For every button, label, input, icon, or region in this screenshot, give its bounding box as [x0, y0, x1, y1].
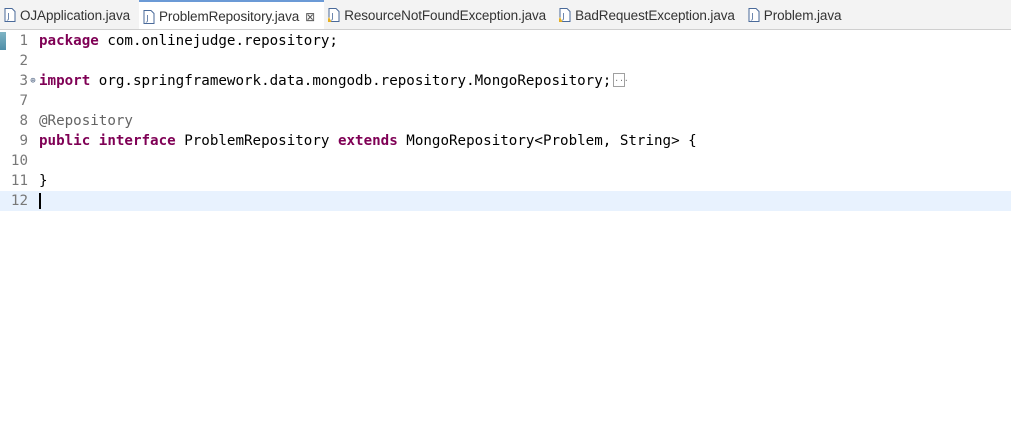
tab-label: OJApplication.java — [20, 7, 131, 23]
tab-label: BadRequestException.java — [575, 7, 735, 23]
code-area[interactable]: 1 package com.onlinejudge.repository; 2 … — [0, 31, 1011, 211]
tab-label: ProblemRepository.java — [159, 9, 300, 24]
line-number: 11 — [10, 173, 28, 189]
tab-ojapplication[interactable]: J OJApplication.java — [0, 0, 139, 29]
svg-text:J: J — [330, 12, 333, 21]
svg-text:J: J — [561, 12, 564, 21]
code-line[interactable]: 1 package com.onlinejudge.repository; — [0, 31, 1011, 51]
java-file-icon: J — [143, 9, 155, 24]
current-code-line[interactable]: 12 — [0, 191, 1011, 211]
svg-text:J: J — [6, 12, 9, 21]
code-text: MongoRepository<Problem, String> { — [397, 133, 697, 149]
line-number: 3 — [19, 73, 28, 89]
java-file-icon: J — [4, 8, 16, 22]
text-caret — [39, 193, 41, 209]
editor-tab-bar: J OJApplication.java J ProblemRepository… — [0, 0, 1011, 30]
tab-label: ResourceNotFoundException.java — [344, 7, 547, 23]
keyword: package — [39, 33, 99, 49]
collapsed-region-icon[interactable] — [613, 69, 629, 89]
code-line[interactable]: 10 — [0, 151, 1011, 171]
tab-problemrepository[interactable]: J ProblemRepository.java ⊠ — [139, 0, 325, 29]
expand-fold-icon[interactable]: ⊕ — [29, 77, 37, 86]
code-line[interactable]: 2 — [0, 51, 1011, 71]
svg-text:J: J — [750, 12, 753, 21]
java-file-icon: J — [748, 8, 760, 22]
line-number: 1 — [19, 33, 28, 49]
line-number: 9 — [19, 133, 28, 149]
svg-text:J: J — [145, 14, 148, 23]
close-icon[interactable]: ⊠ — [305, 11, 315, 23]
keyword: import — [39, 73, 91, 89]
keyword: extends — [337, 133, 398, 149]
code-line[interactable]: 9 public interface ProblemRepository ext… — [0, 131, 1011, 151]
java-file-warning-icon: J — [326, 8, 340, 22]
line-number: 7 — [19, 93, 28, 109]
code-text: ProblemRepository — [175, 133, 338, 149]
tab-problem[interactable]: J Problem.java — [744, 0, 851, 29]
code-text: com.onlinejudge.repository; — [98, 33, 338, 49]
line-number: 10 — [10, 153, 28, 169]
tab-resourcenotfoundexception[interactable]: J ResourceNotFoundException.java — [324, 0, 555, 29]
tab-label: Problem.java — [763, 7, 842, 23]
code-line[interactable]: 7 — [0, 91, 1011, 111]
java-file-warning-icon: J — [557, 8, 571, 22]
line-number: 8 — [19, 113, 28, 129]
code-line[interactable]: 3 ⊕ import org.springframework.data.mong… — [0, 69, 1011, 91]
line-number: 2 — [19, 53, 28, 69]
code-line[interactable]: 11 } — [0, 171, 1011, 191]
tab-badrequestexception[interactable]: J BadRequestException.java — [555, 0, 744, 29]
code-text: } — [39, 173, 48, 189]
code-text: org.springframework.data.mongodb.reposit… — [90, 73, 612, 89]
keyword: interface — [98, 133, 176, 149]
line-number: 12 — [10, 193, 28, 209]
code-line[interactable]: 8 @Repository — [0, 111, 1011, 131]
annotation: @Repository — [39, 113, 133, 129]
keyword: public — [39, 133, 91, 149]
code-editor[interactable]: 1 package com.onlinejudge.repository; 2 … — [0, 31, 1011, 447]
